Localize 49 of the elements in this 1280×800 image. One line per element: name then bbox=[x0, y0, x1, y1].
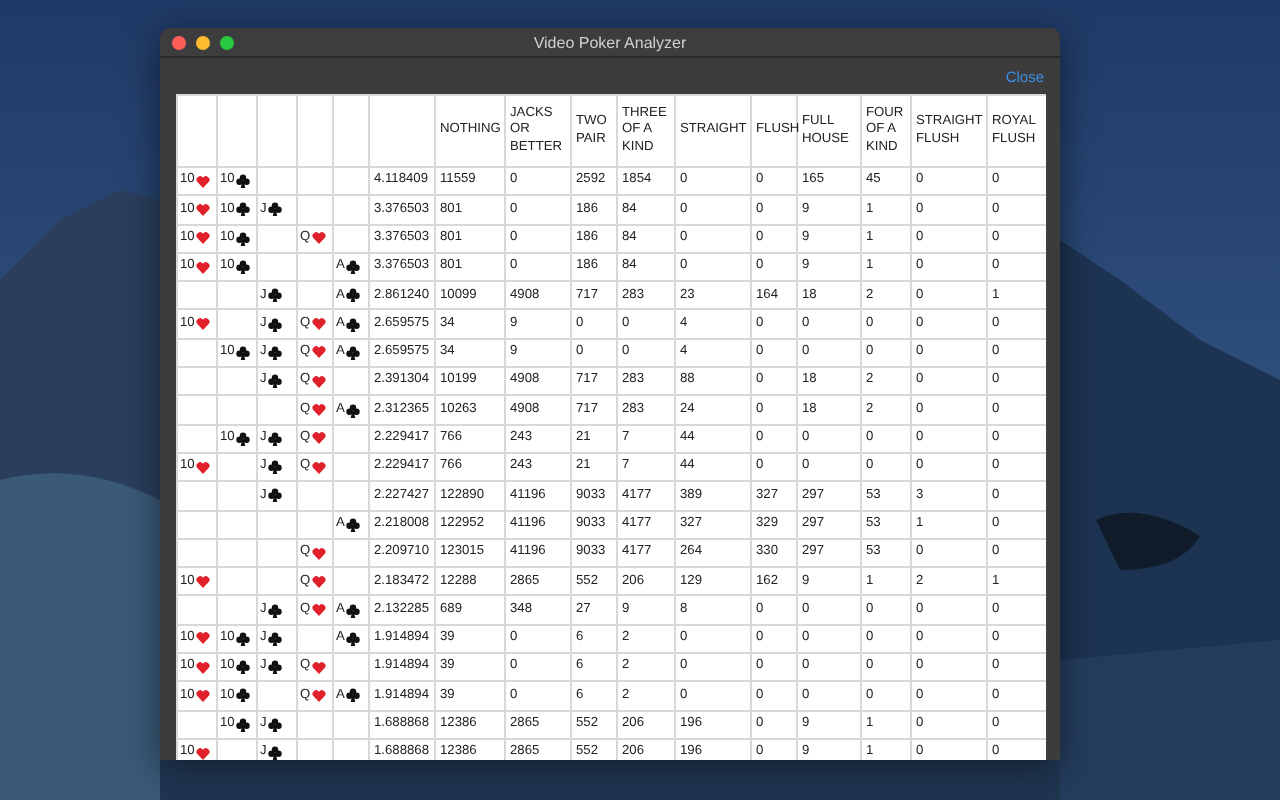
heart-icon bbox=[196, 632, 211, 645]
club-icon bbox=[268, 460, 283, 475]
club-icon bbox=[268, 202, 283, 217]
club-icon bbox=[268, 288, 283, 303]
heart-icon bbox=[312, 232, 327, 245]
close-window-button[interactable] bbox=[172, 35, 186, 49]
club-icon bbox=[268, 631, 283, 646]
heart-icon bbox=[196, 461, 211, 474]
club-icon bbox=[236, 260, 251, 275]
heart-icon bbox=[196, 747, 211, 760]
heart-icon bbox=[312, 547, 327, 559]
club-icon bbox=[268, 603, 283, 618]
club-icon bbox=[346, 288, 361, 303]
club-icon bbox=[236, 174, 251, 189]
heart-icon bbox=[312, 575, 327, 588]
club-icon bbox=[346, 603, 361, 618]
club-icon bbox=[268, 345, 283, 360]
club-icon bbox=[268, 746, 283, 760]
club-icon bbox=[346, 317, 361, 332]
club-icon bbox=[268, 488, 283, 503]
heart-icon bbox=[312, 461, 327, 474]
club-icon bbox=[236, 688, 251, 703]
heart-icon bbox=[312, 375, 327, 388]
club-icon bbox=[236, 631, 251, 646]
club-icon bbox=[236, 202, 251, 217]
club-icon bbox=[236, 231, 251, 246]
club-icon bbox=[236, 717, 251, 732]
heart-icon bbox=[196, 261, 211, 274]
club-icon bbox=[268, 717, 283, 732]
club-icon bbox=[346, 688, 361, 703]
club-icon bbox=[268, 660, 283, 675]
club-icon bbox=[346, 631, 361, 646]
window-title: Video Poker Analyzer bbox=[533, 33, 687, 51]
club-icon bbox=[346, 260, 361, 275]
heart-icon bbox=[312, 604, 327, 617]
club-icon bbox=[346, 517, 361, 532]
club-icon bbox=[268, 431, 283, 446]
club-icon bbox=[236, 431, 251, 446]
club-icon bbox=[268, 374, 283, 389]
heart-icon bbox=[196, 318, 211, 331]
club-icon bbox=[268, 317, 283, 332]
heart-icon bbox=[196, 575, 211, 588]
minimize-button[interactable] bbox=[196, 35, 210, 49]
club-icon bbox=[236, 660, 251, 675]
club-icon bbox=[236, 345, 251, 360]
zoom-button[interactable] bbox=[220, 35, 234, 49]
club-icon bbox=[346, 345, 361, 360]
heart-icon bbox=[196, 232, 211, 245]
club-icon bbox=[346, 403, 361, 418]
